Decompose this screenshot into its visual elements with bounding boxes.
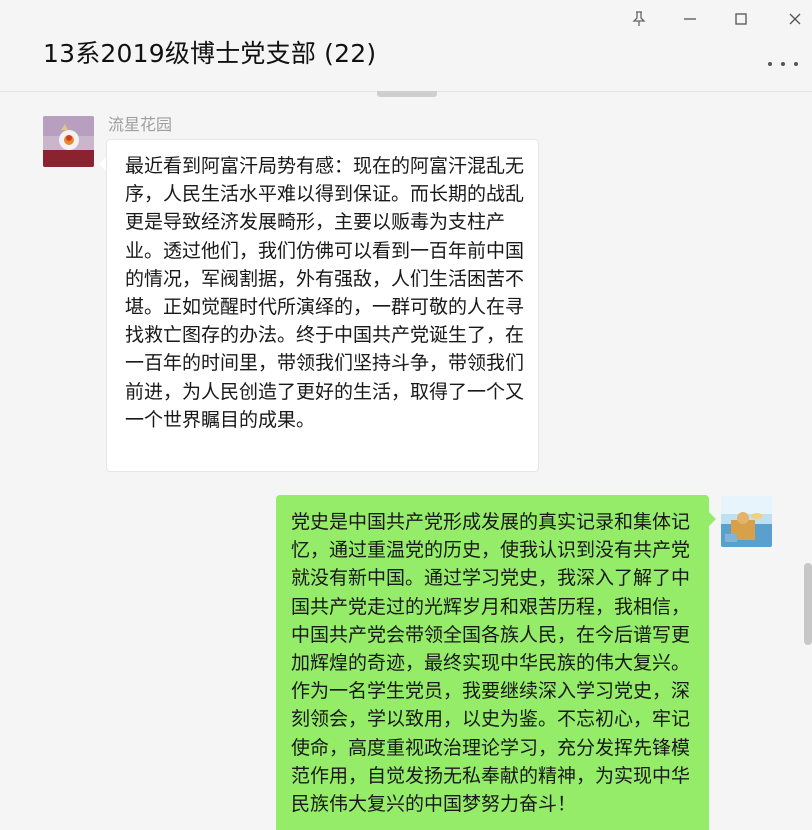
bubble-tail xyxy=(709,512,716,526)
minimize-icon[interactable] xyxy=(679,8,701,30)
more-dot xyxy=(781,62,785,66)
bubble-tail xyxy=(99,157,106,171)
chat-header: 13系2019级博士党支部 (22) xyxy=(0,0,812,92)
scrollbar[interactable] xyxy=(804,563,812,645)
pin-icon[interactable] xyxy=(628,8,650,30)
avatar[interactable] xyxy=(43,116,94,167)
close-icon[interactable] xyxy=(784,8,806,30)
more-dot xyxy=(768,62,772,66)
maximize-icon[interactable] xyxy=(730,8,752,30)
own-message-bubble[interactable]: 党史是中国共产党形成发展的真实记录和集体记忆，通过重温党的历史，使我认识到没有共… xyxy=(276,495,709,830)
message-bubble[interactable]: 最近看到阿富汗局势有感：现在的阿富汗混乱无序，人民生活水平难以得到保证。而长期的… xyxy=(106,139,539,472)
more-dot xyxy=(794,62,798,66)
top-scroll-indicator[interactable] xyxy=(377,91,437,97)
chat-title: 13系2019级博士党支部 (22) xyxy=(43,39,377,68)
sender-name: 流星花园 xyxy=(108,115,173,134)
own-avatar[interactable] xyxy=(721,496,772,547)
more-options-icon[interactable] xyxy=(768,54,798,74)
